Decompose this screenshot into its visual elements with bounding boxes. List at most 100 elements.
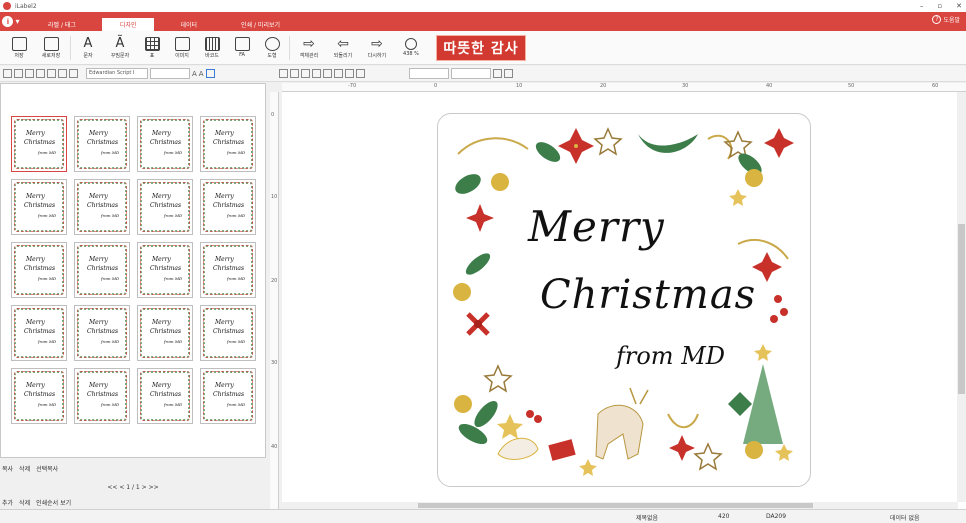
text-bold-icon[interactable] xyxy=(278,69,288,78)
label-thumbnail[interactable]: Merry Christmas from MD xyxy=(11,242,67,298)
layer-icon[interactable] xyxy=(58,69,67,78)
label-thumbnail[interactable]: Merry Christmas from MD xyxy=(74,242,130,298)
copy-button[interactable]: 복사 xyxy=(2,464,13,473)
label-thumbnail[interactable]: Merry Christmas from MD xyxy=(74,305,130,361)
word-art-icon: Ã xyxy=(115,35,125,51)
label-thumbnail[interactable]: Merry Christmas from MD xyxy=(74,368,130,424)
line-style-icon[interactable] xyxy=(355,69,365,78)
seasonal-banner[interactable]: 따뜻한 감사 xyxy=(436,34,526,61)
label-thumbnail[interactable]: Merry Christmas from MD xyxy=(137,368,193,424)
fill-color-icon[interactable] xyxy=(333,69,343,78)
text-fit-icon[interactable] xyxy=(205,69,215,78)
save-button[interactable]: 저장 xyxy=(4,32,34,64)
status-code: DA209 xyxy=(766,513,787,520)
label-thumbnail[interactable]: Merry Christmas from MD xyxy=(74,116,130,172)
label-thumbnail[interactable]: Merry Christmas from MD xyxy=(74,179,130,235)
label-thumbnail[interactable]: Merry Christmas from MD xyxy=(137,179,193,235)
redo-button[interactable]: ⇨ 다시하기 xyxy=(360,32,394,64)
text-underline-icon[interactable] xyxy=(300,69,310,78)
zoom-icon xyxy=(405,38,417,50)
font-size-select[interactable] xyxy=(150,68,190,79)
label-thumbnail[interactable]: Merry Christmas from MD xyxy=(11,305,67,361)
save-as-button[interactable]: 새로저장 xyxy=(34,32,68,64)
align-right-icon[interactable] xyxy=(25,69,34,78)
delete-page-button[interactable]: 삭제 xyxy=(19,498,30,507)
select-copy-button[interactable]: 선택복사 xyxy=(36,464,58,473)
font-size-up-icon[interactable]: A xyxy=(192,70,197,78)
word-art-button[interactable]: Ã 꾸밈문자 xyxy=(103,32,137,64)
line-dash-select[interactable] xyxy=(450,68,491,79)
label-text-christmas[interactable]: Christmas xyxy=(540,272,756,318)
text-strike-icon[interactable] xyxy=(311,69,321,78)
label-design[interactable]: Merry Christmas from MD xyxy=(437,113,811,487)
align-left-icon[interactable] xyxy=(3,69,12,78)
order-icon[interactable] xyxy=(69,69,78,78)
shadow-icon[interactable] xyxy=(492,69,502,78)
thumbnail-text-from: from MD xyxy=(101,402,120,407)
tab-label-tag[interactable]: 라벨 / 태그 xyxy=(30,17,94,31)
vertical-scroll-thumb[interactable] xyxy=(958,224,965,394)
tab-print-preview[interactable]: 인쇄 / 미리보기 xyxy=(223,17,298,31)
delete-thumb-button[interactable]: 삭제 xyxy=(19,464,30,473)
label-thumbnail[interactable]: Merry Christmas from MD xyxy=(137,116,193,172)
thumbnail-text-merry: Merry xyxy=(89,319,108,326)
file-menu-button[interactable]: i ▾ xyxy=(0,12,22,31)
align-center-icon[interactable] xyxy=(14,69,23,78)
text-color-icon[interactable] xyxy=(322,69,332,78)
vertical-scrollbar[interactable] xyxy=(957,92,966,502)
table-button[interactable]: 표 xyxy=(137,32,167,64)
print-order-button[interactable]: 인쇄순서 보기 xyxy=(36,498,71,507)
text-button[interactable]: A 문자 xyxy=(73,32,103,64)
horizontal-scroll-thumb[interactable] xyxy=(418,503,813,508)
add-page-button[interactable]: 추가 xyxy=(2,498,13,507)
thumbnail-text-from: from MD xyxy=(164,213,183,218)
font-select[interactable]: Edwardian Script I xyxy=(86,68,148,79)
group-icon[interactable] xyxy=(47,69,56,78)
text-italic-icon[interactable] xyxy=(289,69,299,78)
help-button[interactable]: ? 도움말 xyxy=(932,15,960,24)
label-thumbnail[interactable]: Merry Christmas from MD xyxy=(200,305,256,361)
label-text-merry[interactable]: Merry xyxy=(528,202,665,251)
barcode-icon xyxy=(204,36,220,51)
fa-button[interactable]: FA xyxy=(227,32,257,64)
label-thumbnail[interactable]: Merry Christmas from MD xyxy=(137,242,193,298)
label-text-from[interactable]: from MD xyxy=(616,342,725,370)
page-actions: 추가 삭제 인쇄순서 보기 xyxy=(0,496,266,508)
zoom-button[interactable]: 438 % xyxy=(394,32,428,64)
label-thumbnail[interactable]: Merry Christmas from MD xyxy=(137,305,193,361)
lock-icon[interactable] xyxy=(36,69,45,78)
label-thumbnail[interactable]: Merry Christmas from MD xyxy=(11,368,67,424)
shape-button[interactable]: 도형 xyxy=(257,32,287,64)
thumbnail-text-christmas: Christmas xyxy=(87,202,119,209)
object-manage-button[interactable]: ⇨ 객체관리 xyxy=(292,32,326,64)
close-button[interactable]: ✕ xyxy=(956,0,962,12)
tab-design[interactable]: 디자인 xyxy=(101,18,155,31)
barcode-button[interactable]: 바코드 xyxy=(197,32,227,64)
thumbnail-text-from: from MD xyxy=(227,213,246,218)
maximize-button[interactable]: ▫ xyxy=(937,0,942,12)
thumbnail-text-from: from MD xyxy=(164,150,183,155)
save-as-icon xyxy=(43,36,59,51)
label-thumbnail[interactable]: Merry Christmas from MD xyxy=(11,116,67,172)
pattern-icon[interactable] xyxy=(503,69,513,78)
image-button[interactable]: 이미지 xyxy=(167,32,197,64)
undo-button[interactable]: ⇦ 되돌리기 xyxy=(326,32,360,64)
label-thumbnail[interactable]: Merry Christmas from MD xyxy=(11,179,67,235)
thumbnail-text-merry: Merry xyxy=(89,256,108,263)
label-thumbnail[interactable]: Merry Christmas from MD xyxy=(200,242,256,298)
pager[interactable]: << < 1 / 1 > >> xyxy=(0,484,266,491)
label-thumbnail[interactable]: Merry Christmas from MD xyxy=(200,368,256,424)
minimize-button[interactable]: – xyxy=(920,0,924,12)
label-thumbnail[interactable]: Merry Christmas from MD xyxy=(200,179,256,235)
thumbnail-text-from: from MD xyxy=(227,276,246,281)
label-thumbnail[interactable]: Merry Christmas from MD xyxy=(200,116,256,172)
line-width-select[interactable] xyxy=(408,68,449,79)
thumbnail-text-from: from MD xyxy=(164,276,183,281)
thumbnail-text-from: from MD xyxy=(164,402,183,407)
font-size-down-icon[interactable]: A xyxy=(199,70,204,78)
tab-data[interactable]: 데이터 xyxy=(162,17,215,31)
thumbnail-text-merry: Merry xyxy=(215,382,234,389)
status-width: 420 xyxy=(718,513,730,520)
line-color-icon[interactable] xyxy=(344,69,354,78)
horizontal-scrollbar[interactable] xyxy=(282,502,958,509)
